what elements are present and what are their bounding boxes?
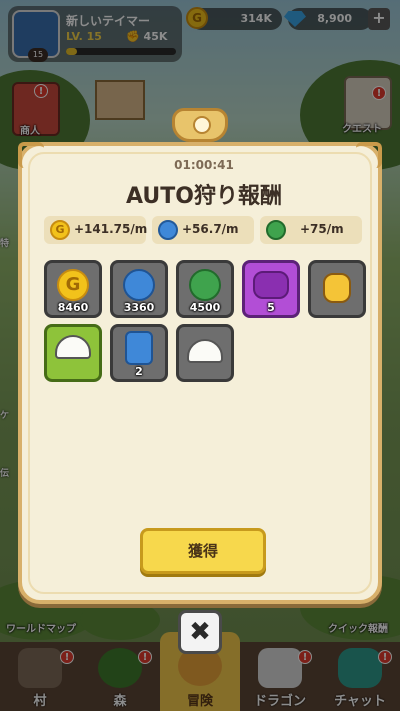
exp-icon bbox=[266, 220, 286, 240]
exp-rate: +75/m bbox=[260, 216, 362, 244]
auto-hunt-reward-dialog: 01:00:41 AUTO狩り報酬 G +141.75/m +56.7/m +7… bbox=[18, 142, 382, 604]
pacifier-icon bbox=[323, 273, 351, 303]
pet-rate: +56.7/m bbox=[152, 216, 254, 244]
reward-item-blue-armor[interactable]: 2 bbox=[110, 324, 168, 382]
item-count: 4500 bbox=[189, 301, 221, 314]
blue-pet-icon bbox=[158, 220, 178, 240]
gold-coin-icon: G bbox=[57, 269, 89, 301]
reward-item-white-cap[interactable] bbox=[176, 324, 234, 382]
item-count: 5 bbox=[267, 301, 275, 314]
purple-gem-icon bbox=[253, 271, 289, 299]
gold-coin-icon: G bbox=[50, 220, 70, 240]
gold-rate-value: +141.75/m bbox=[74, 222, 148, 236]
exp-orb-icon bbox=[189, 269, 221, 301]
reward-item-white-helmet[interactable] bbox=[44, 324, 102, 382]
gold-rate: G +141.75/m bbox=[44, 216, 148, 244]
white-helmet-icon bbox=[55, 335, 91, 359]
blue-armor-icon bbox=[125, 331, 153, 365]
item-count: 3360 bbox=[123, 301, 155, 314]
item-count: 2 bbox=[135, 365, 143, 378]
white-cap-icon bbox=[187, 339, 223, 363]
reward-item-pet-orb[interactable]: 3360 bbox=[110, 260, 168, 318]
item-count: 8460 bbox=[57, 301, 89, 314]
close-button[interactable]: ✖ bbox=[178, 610, 222, 654]
exp-rate-value: +75/m bbox=[300, 222, 344, 236]
blue-pet-orb-icon bbox=[123, 269, 155, 301]
reward-item-gold[interactable]: G 8460 bbox=[44, 260, 102, 318]
obtain-button[interactable]: 獲得 bbox=[140, 528, 266, 574]
reward-item-exp-orb[interactable]: 4500 bbox=[176, 260, 234, 318]
dialog-title: AUTO狩り報酬 bbox=[126, 184, 282, 209]
reward-item-pacifier[interactable] bbox=[308, 260, 366, 318]
elapsed-timer: 01:00:41 bbox=[174, 158, 234, 172]
pet-rate-value: +56.7/m bbox=[182, 222, 239, 236]
reward-item-purple-gem[interactable]: 5 bbox=[242, 260, 300, 318]
dialog-crest-ornament bbox=[172, 108, 228, 142]
